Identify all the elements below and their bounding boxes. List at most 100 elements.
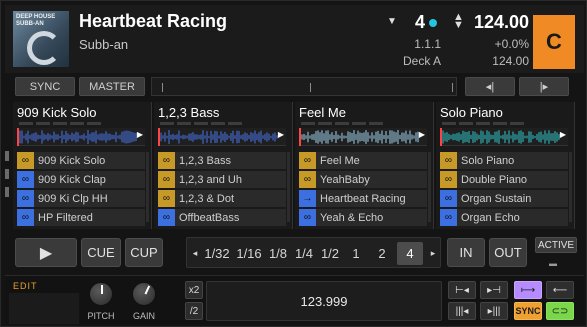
sample-cell[interactable]: ∞ HP Filtered [17,209,145,226]
sample-label: 909 Ki Clp HH [38,192,108,205]
slot-waveform[interactable]: ▶ [440,128,568,146]
loop-active-button[interactable]: ACTIVE [535,237,577,253]
loop-size-left-arrow-icon[interactable]: ◂ [189,242,201,265]
loop-size-right-arrow-icon[interactable]: ▸ [427,242,439,265]
sample-cell[interactable]: ∞ 1,2,3 & Dot [158,190,286,207]
slot-waveform[interactable]: ▶ [158,128,286,146]
loop-in-button[interactable]: IN [447,238,485,267]
nudge-left-icon[interactable]: ⊢◂ [448,281,476,299]
loop-icon: ∞ [158,152,175,169]
loop-size-option[interactable]: 1/2 [319,242,341,265]
loop-icon: ∞ [158,171,175,188]
half-tempo-button[interactable]: /2 [185,302,203,320]
slot-name[interactable]: 1,2,3 Bass [158,105,219,120]
playhead-marker [158,128,160,146]
slot-name[interactable]: 909 Kick Solo [17,105,97,120]
slot-scrollbar[interactable] [287,152,290,222]
bpm-field[interactable]: 123.999 [206,281,442,321]
slot-name[interactable]: Feel Me [299,105,346,120]
loop-size-option[interactable]: 1/32 [203,242,231,265]
sample-cell[interactable]: ∞ Yeah & Echo [299,209,427,226]
slot-row-indicators [5,151,10,221]
sample-label: 1,2,3 Bass [179,154,231,167]
sample-cell[interactable]: ∞ Feel Me [299,152,427,169]
sample-cell[interactable]: ∞ Double Piano [440,171,568,188]
sample-cell[interactable]: ∞ OffbeatBass [158,209,286,226]
bpm-display: 124.00 [473,12,529,32]
remix-deck: DEEP HOUSE SUBB-AN Heartbeat Racing Subb… [0,0,587,327]
master-button[interactable]: MASTER [79,77,145,96]
loop-range-icon[interactable]: ⟼ [514,281,542,299]
sample-cell[interactable]: ∞ Organ Sustain [440,190,568,207]
loop-icon: ∞ [17,171,34,188]
sample-label: Heartbeat Racing [320,192,406,205]
loop-size-option[interactable]: 1/16 [235,242,263,265]
slot-level-meter [160,122,260,125]
loop-icon: ∞ [158,190,175,207]
sample-cell[interactable]: ∞ 1,2,3 Bass [158,152,286,169]
slot-scrollbar[interactable] [146,152,149,222]
loop-size-option[interactable]: 1/8 [267,242,289,265]
slot-scrollbar[interactable] [428,152,431,222]
sample-cell[interactable]: ∞ 909 Kick Solo [17,152,145,169]
beat-counter: 4 [415,12,426,32]
jump-forward-button[interactable]: |▸ [519,77,569,96]
pitch-label: PITCH [87,311,115,321]
slot-scrollbar[interactable] [569,152,572,222]
loop-size-option[interactable]: 1 [345,242,367,265]
sync-button[interactable]: SYNC [15,77,75,96]
cue-button[interactable]: CUE [81,238,121,267]
pitch-knob[interactable] [89,282,113,306]
sample-cell[interactable]: ∞ 909 Kick Clap [17,171,145,188]
tempo-updown-icon[interactable]: ▲ ▼ [453,12,464,31]
sample-cell[interactable]: → Heartbeat Racing [299,190,427,207]
dropdown-triangle-icon[interactable]: ▼ [387,16,397,27]
loop-icon: ∞ [17,209,34,226]
loop-size-option[interactable]: 2 [371,242,393,265]
remix-slot: 909 Kick Solo ▶ ∞ 909 Kick Solo ∞ 909 Kick Cl… [13,102,152,229]
sample-label: OffbeatBass [179,211,240,224]
slot-name[interactable]: Solo Piano [440,105,503,120]
sample-cell[interactable]: ∞ YeahBaby [299,171,427,188]
edit-label[interactable]: EDIT [13,281,38,291]
sample-label: 909 Kick Solo [38,154,106,167]
slot-level-meter [442,122,542,125]
gain-knob[interactable] [132,282,156,306]
playhead-marker [17,128,19,146]
back-arrow-icon[interactable]: ⟵ [546,281,574,299]
knob-needle [101,285,103,294]
loop-size-option[interactable]: 4 [397,242,423,265]
deck-letter-badge[interactable]: C [533,15,575,69]
slot-play-icon[interactable]: ▶ [560,130,566,139]
sample-label: Double Piano [461,173,528,186]
slot-play-icon[interactable]: ▶ [278,130,284,139]
play-button[interactable]: ▶ [15,238,77,267]
slot-waveform[interactable]: ▶ [17,128,145,146]
loop-icon: ∞ [17,190,34,207]
grid-right-icon[interactable]: ▸||| [480,302,508,320]
sample-cell[interactable]: ∞ Solo Piano [440,152,568,169]
double-tempo-button[interactable]: x2 [185,281,203,299]
grid-left-icon[interactable]: |||◂ [448,302,476,320]
link-icon[interactable]: ⊂⊃ [546,302,574,320]
jump-back-button[interactable]: ◂| [465,77,515,96]
playhead-marker [299,128,301,146]
slot-play-icon[interactable]: ▶ [137,130,143,139]
nudge-right-icon[interactable]: ▸⊣ [480,281,508,299]
track-overview[interactable] [151,77,457,96]
slot-level-meter [19,122,119,125]
sample-label: YeahBaby [320,173,370,186]
sample-cell[interactable]: ∞ 1,2,3 and Uh [158,171,286,188]
loop-icon: ∞ [299,171,316,188]
loop-icon: ∞ [158,209,175,226]
sample-cell[interactable]: ∞ 909 Ki Clp HH [17,190,145,207]
loop-out-button[interactable]: OUT [489,238,527,267]
slot-play-icon[interactable]: ▶ [419,130,425,139]
sync-toggle-button[interactable]: SYNC [514,302,542,320]
slot-waveform[interactable]: ▶ [299,128,427,146]
sample-cell[interactable]: ∞ Organ Echo [440,209,568,226]
sample-label: Feel Me [320,154,360,167]
loop-size-option[interactable]: 1/4 [293,242,315,265]
cup-button[interactable]: CUP [125,238,163,267]
loop-icon: ∞ [17,152,34,169]
